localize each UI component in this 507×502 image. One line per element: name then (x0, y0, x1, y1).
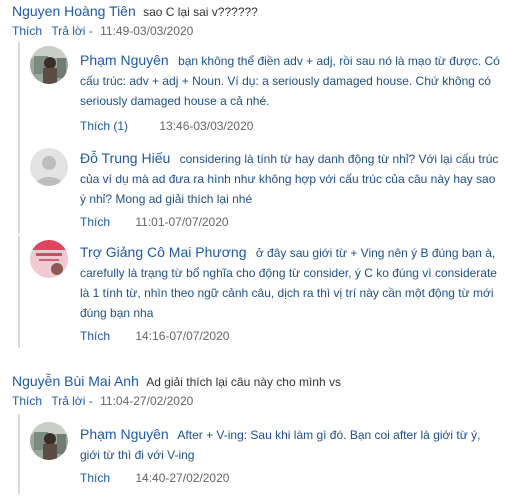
reply-link[interactable]: Trả lời - (51, 394, 92, 408)
reply-time: 13:46-03/03/2020 (159, 119, 254, 133)
reply-link[interactable]: Trả lời - (51, 24, 92, 38)
reply-time: 14:16-07/07/2020 (135, 329, 230, 343)
like-link[interactable]: Thích (12, 24, 42, 38)
comment-author[interactable]: Nguyễn Bùi Mai Anh (12, 373, 139, 389)
avatar (30, 240, 68, 278)
comment-actions: Thích Trả lời - 11:04-27/02/2020 (12, 394, 502, 408)
comment-time: 11:04-27/02/2020 (100, 394, 194, 408)
comment-author[interactable]: Nguyen Hoàng Tiên (12, 3, 136, 19)
reply: Trợ Giảng Cô Mai Phương ở đây sau giới t… (18, 236, 502, 348)
reply-time: 11:01-07/07/2020 (135, 215, 229, 229)
comment-actions: Thích Trả lời - 11:49-03/03/2020 (12, 24, 502, 38)
avatar (30, 422, 68, 460)
reply: Phạm Nguyên bạn không thể điền adv + adj… (18, 42, 502, 138)
like-link[interactable]: Thích (80, 329, 110, 343)
like-link[interactable]: Thích (80, 215, 110, 229)
comment-time: 11:49-03/03/2020 (100, 24, 194, 38)
comment-text: Ad giải thích lại câu này cho mình vs (146, 375, 341, 389)
like-link[interactable]: Thích (1) (80, 119, 128, 133)
reply: Phạm Nguyên After + V-ing: Sau khi làm g… (18, 414, 502, 494)
comment: Nguyễn Bùi Mai Anh Ad giải thích lại câu… (12, 372, 502, 408)
reply-author[interactable]: Đỗ Trung Hiếu (80, 150, 170, 166)
reply: Đỗ Trung Hiếu considering là tính từ hay… (18, 138, 502, 234)
avatar (30, 148, 68, 186)
comment: Nguyen Hoàng Tiên sao C lại sai v?????? … (12, 2, 502, 38)
like-link[interactable]: Thích (80, 471, 110, 485)
like-link[interactable]: Thích (12, 394, 42, 408)
reply-author[interactable]: Phạm Nguyên (80, 52, 169, 68)
reply-author[interactable]: Phạm Nguyên (80, 426, 169, 442)
comment-text: sao C lại sai v?????? (143, 5, 258, 19)
avatar (30, 46, 68, 84)
reply-author[interactable]: Trợ Giảng Cô Mai Phương (80, 244, 247, 260)
reply-time: 14:40-27/02/2020 (135, 471, 230, 485)
